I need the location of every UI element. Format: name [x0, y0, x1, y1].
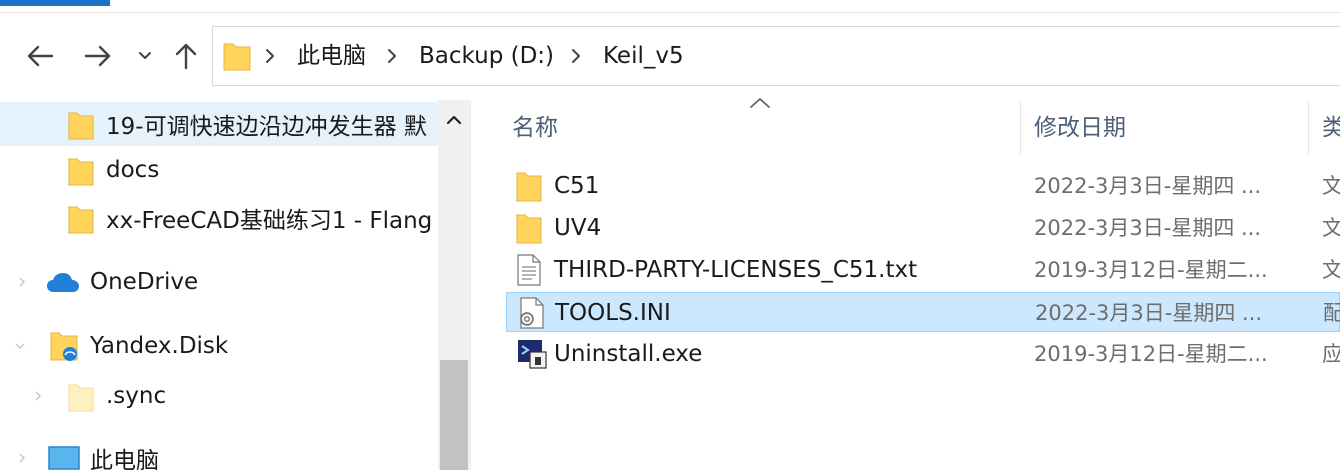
folder-icon: [516, 214, 542, 244]
column-header-type[interactable]: 类: [1322, 104, 1340, 152]
forward-button[interactable]: [76, 34, 120, 78]
text-file-icon: [517, 254, 541, 286]
file-type: 应: [1322, 342, 1340, 366]
navigation-pane[interactable]: 19-可调快速边沿边冲发生器 默 docs xx-FreeCAD基础练习1 - …: [0, 100, 470, 470]
address-bar[interactable]: 此电脑 Backup (D:) Keil_v5: [212, 26, 1340, 86]
ribbon-divider: [0, 12, 1340, 13]
file-type: 文: [1322, 174, 1340, 198]
nav-item-label: 此电脑: [90, 448, 159, 470]
breadcrumb-separator-icon[interactable]: [265, 27, 275, 85]
recent-locations-button[interactable]: [132, 34, 158, 78]
back-button[interactable]: [18, 34, 62, 78]
arrow-right-icon: [84, 45, 111, 67]
file-row-tools-ini[interactable]: TOOLS.INI 2022-3月3日-星期四 ... 配: [506, 292, 1340, 332]
file-row-c51[interactable]: C51 2022-3月3日-星期四 ... 文: [506, 166, 1340, 206]
file-date: 2019-3月12日-星期二...: [1034, 258, 1268, 282]
folder-icon: [516, 172, 542, 202]
file-date: 2019-3月12日-星期二...: [1034, 342, 1268, 366]
nav-item-onedrive[interactable]: OneDrive: [0, 260, 438, 304]
folder-light-icon: [68, 384, 94, 412]
computer-icon: [48, 446, 80, 470]
chevron-down-icon[interactable]: [12, 338, 28, 354]
onedrive-cloud-icon: [47, 273, 79, 292]
scroll-up-button[interactable]: [438, 100, 470, 140]
breadcrumb-this-pc[interactable]: 此电脑: [297, 27, 366, 85]
file-date: 2022-3月3日-星期四 ...: [1035, 301, 1263, 325]
nav-item-this-pc[interactable]: 此电脑: [0, 436, 438, 470]
column-header-name[interactable]: 名称: [512, 104, 558, 152]
file-row-uv4[interactable]: UV4 2022-3月3日-星期四 ... 文: [506, 208, 1340, 248]
folder-icon: [68, 206, 94, 234]
breadcrumb-separator-icon[interactable]: [571, 27, 581, 85]
breadcrumb-backup-drive[interactable]: Backup (D:): [419, 27, 554, 85]
nav-item-freecad[interactable]: xx-FreeCAD基础练习1 - Flang: [0, 196, 438, 240]
arrow-up-icon: [175, 43, 197, 70]
chevron-right-icon[interactable]: [14, 274, 30, 290]
breadcrumb-separator-icon[interactable]: [387, 27, 397, 85]
file-date: 2022-3月3日-星期四 ...: [1034, 216, 1262, 240]
file-name: Uninstall.exe: [554, 341, 703, 367]
chevron-right-icon[interactable]: [30, 388, 46, 404]
file-row-licenses[interactable]: THIRD-PARTY-LICENSES_C51.txt 2019-3月12日-…: [506, 250, 1340, 290]
file-date: 2022-3月3日-星期四 ...: [1034, 174, 1262, 198]
nav-item-yandex-disk[interactable]: Yandex.Disk: [0, 324, 438, 368]
nav-scrollbar-thumb[interactable]: [440, 360, 468, 470]
nav-item-label: .sync: [106, 383, 167, 409]
folder-icon: [223, 43, 251, 71]
nav-item-label: OneDrive: [90, 269, 199, 295]
column-header-date[interactable]: 修改日期: [1034, 104, 1126, 152]
file-type: 文: [1322, 216, 1340, 240]
chevron-down-icon: [139, 52, 151, 59]
sort-ascending-icon: [750, 98, 770, 108]
config-file-icon: [520, 297, 544, 329]
breadcrumb-keil-v5[interactable]: Keil_v5: [603, 27, 684, 85]
file-name: C51: [554, 173, 600, 199]
file-name: UV4: [554, 215, 602, 241]
file-name: TOOLS.INI: [555, 300, 671, 326]
arrow-left-icon: [27, 45, 54, 67]
nav-item-label: 19-可调快速边沿边冲发生器 默: [106, 114, 427, 140]
file-type: 文: [1322, 258, 1340, 282]
nav-item-docs[interactable]: docs: [0, 148, 438, 192]
chevron-right-icon[interactable]: [14, 450, 30, 466]
column-divider[interactable]: [1020, 102, 1021, 154]
pane-divider[interactable]: [470, 100, 471, 470]
nav-item-label: Yandex.Disk: [90, 333, 229, 359]
folder-icon: [68, 158, 94, 186]
file-type: 配: [1323, 301, 1340, 325]
column-divider[interactable]: [1308, 102, 1309, 154]
nav-item-folder-19[interactable]: 19-可调快速边沿边冲发生器 默: [0, 102, 438, 146]
nav-item-label: xx-FreeCAD基础练习1 - Flang: [106, 208, 433, 234]
yandex-disk-folder-icon: [50, 332, 78, 361]
nav-item-sync[interactable]: .sync: [0, 374, 438, 418]
window-top-accent: [0, 0, 110, 6]
file-row-uninstall[interactable]: Uninstall.exe 2019-3月12日-星期二... 应: [506, 334, 1340, 374]
chevron-up-icon: [446, 115, 462, 125]
up-button[interactable]: [164, 34, 208, 78]
file-name: THIRD-PARTY-LICENSES_C51.txt: [554, 257, 918, 283]
uninstall-exe-icon: [518, 340, 547, 369]
folder-icon: [68, 112, 94, 140]
nav-item-label: docs: [106, 157, 160, 183]
